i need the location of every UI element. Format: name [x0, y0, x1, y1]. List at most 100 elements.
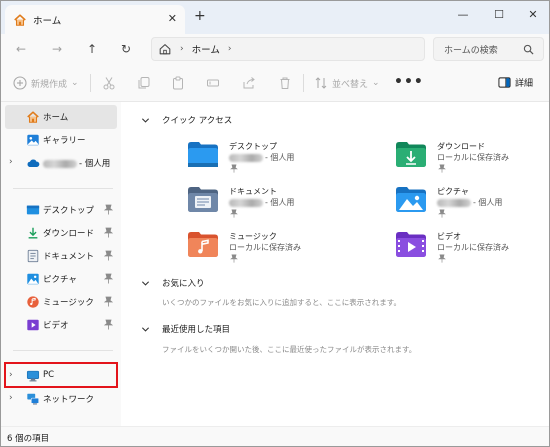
pin-icon: [104, 273, 113, 284]
plus-circle-icon: [13, 76, 27, 90]
details-pane-icon: [498, 77, 511, 88]
sort-caret-icon: ⌄: [372, 78, 380, 88]
sidebar-item-home[interactable]: ホーム: [5, 105, 117, 129]
copy-button[interactable]: [137, 76, 151, 90]
window-close-button[interactable]: ✕: [523, 6, 543, 22]
tab-home[interactable]: ホーム ✕: [5, 5, 185, 34]
sidebar-item-downloads[interactable]: ダウンロード: [5, 221, 117, 245]
home-icon: [27, 111, 39, 123]
home-icon: [14, 13, 26, 26]
sidebar-item-label: ギャラリー: [43, 136, 86, 146]
command-bar: 新規作成 ⌄ 並べ替え ⌄ ••• 詳細: [1, 64, 549, 102]
quick-access-item-videos[interactable]: ビデオ ローカルに保存済み: [395, 229, 549, 269]
paste-button[interactable]: [171, 76, 185, 90]
breadcrumb-home[interactable]: ホーム: [192, 42, 220, 56]
pin-icon: [104, 227, 113, 238]
gallery-icon: [27, 134, 39, 146]
home-outline-icon: [159, 44, 171, 55]
chevron-down-icon: [141, 326, 150, 332]
sidebar-item-label: ダウンロード: [43, 229, 95, 239]
sort-button[interactable]: 並べ替え ⌄: [314, 76, 380, 90]
pin-icon: [230, 209, 238, 218]
item-name: ピクチャ: [437, 187, 469, 196]
highlight-box: [4, 362, 118, 388]
pin-icon: [438, 254, 446, 263]
quick-access-item-downloads[interactable]: ダウンロード ローカルに保存済み: [395, 139, 549, 179]
navigation-bar: ← → ↑ ↻ › ホーム › ホームの検索: [1, 34, 549, 64]
redacted-name: [437, 198, 471, 207]
sidebar-item-onedrive[interactable]: › - 個人用: [5, 151, 117, 175]
title-bar: ホーム ✕ + — ☐ ✕: [1, 1, 549, 34]
refresh-button[interactable]: ↻: [117, 40, 135, 58]
pin-icon: [104, 250, 113, 261]
share-icon: [243, 77, 255, 89]
sidebar-item-videos[interactable]: ビデオ: [5, 313, 117, 337]
new-button[interactable]: 新規作成 ⌄: [13, 76, 79, 90]
music-folder-icon: [188, 232, 218, 257]
share-button[interactable]: [242, 76, 256, 90]
quick-access-title: クイック アクセス: [162, 116, 233, 126]
sidebar-item-gallery[interactable]: ギャラリー: [5, 128, 117, 152]
pictures-folder-icon: [396, 187, 426, 212]
search-input[interactable]: ホームの検索: [433, 37, 544, 61]
quick-access-item-pictures[interactable]: ピクチャ - 個人用: [395, 184, 549, 224]
network-icon: [27, 393, 39, 405]
sidebar-item-desktop[interactable]: デスクトップ: [5, 198, 117, 222]
recent-header[interactable]: 最近使用した項目: [141, 323, 230, 335]
onedrive-icon: [27, 159, 40, 167]
quick-access-header[interactable]: クイック アクセス: [141, 114, 232, 126]
rename-button[interactable]: [206, 76, 220, 90]
favorites-header[interactable]: お気に入り: [141, 277, 205, 289]
sidebar-item-documents[interactable]: ドキュメント: [5, 244, 117, 268]
video-icon: [27, 319, 39, 331]
item-count: 6 個の項目: [7, 434, 50, 444]
delete-button[interactable]: [278, 76, 292, 90]
back-button[interactable]: ←: [12, 40, 30, 58]
pin-icon: [230, 164, 238, 173]
item-name: ダウンロード: [437, 142, 485, 151]
expand-chevron-icon[interactable]: ›: [9, 157, 13, 167]
item-name: ドキュメント: [229, 187, 277, 196]
command-divider: [303, 74, 304, 92]
videos-folder-icon: [396, 232, 426, 257]
forward-button[interactable]: →: [48, 40, 66, 58]
quick-access-item-music[interactable]: ミュージック ローカルに保存済み: [187, 229, 387, 269]
minimize-button[interactable]: —: [453, 6, 473, 22]
cut-button[interactable]: [102, 76, 116, 90]
pin-icon: [438, 209, 446, 218]
details-button[interactable]: 詳細: [498, 76, 533, 89]
sidebar-item-music[interactable]: ミュージック: [5, 290, 117, 314]
favorites-empty-message: いくつかのファイルをお気に入りに追加すると、ここに表示されます。: [162, 298, 401, 307]
new-caret-icon: ⌄: [71, 78, 79, 88]
pictures-icon: [27, 273, 39, 285]
sidebar-item-pictures[interactable]: ピクチャ: [5, 267, 117, 291]
redacted-name: [229, 198, 263, 207]
chevron-down-icon: [141, 280, 150, 286]
recent-title: 最近使用した項目: [162, 325, 231, 335]
more-options-button[interactable]: •••: [394, 74, 424, 90]
breadcrumb-separator: ›: [180, 44, 184, 54]
tab-title: ホーム: [33, 15, 62, 27]
sort-button-label: 並べ替え: [332, 79, 369, 90]
up-button[interactable]: ↑: [83, 40, 101, 58]
sidebar-item-network[interactable]: › ネットワーク: [5, 387, 117, 411]
search-placeholder: ホームの検索: [444, 45, 498, 56]
new-button-label: 新規作成: [31, 79, 68, 90]
new-tab-button[interactable]: +: [194, 9, 206, 23]
recent-empty-message: ファイルをいくつか開いた後、ここに最近使ったファイルが表示されます。: [162, 345, 417, 354]
maximize-button[interactable]: ☐: [489, 6, 509, 22]
address-bar[interactable]: › ホーム ›: [151, 37, 425, 61]
quick-access-item-desktop[interactable]: デスクトップ - 個人用: [187, 139, 387, 179]
desktop-folder-icon: [188, 142, 218, 167]
music-icon: [27, 296, 39, 308]
sidebar-item-label: ピクチャ: [43, 275, 77, 285]
sidebar-item-label: デスクトップ: [43, 206, 95, 216]
breadcrumb-separator[interactable]: ›: [228, 44, 232, 54]
documents-folder-icon: [188, 187, 218, 212]
favorites-title: お気に入り: [162, 279, 205, 289]
tab-close-button[interactable]: ✕: [168, 12, 177, 25]
expand-chevron-icon[interactable]: ›: [9, 393, 13, 403]
search-icon: [523, 44, 534, 55]
sidebar-divider: [13, 188, 113, 189]
quick-access-item-documents[interactable]: ドキュメント - 個人用: [187, 184, 387, 224]
